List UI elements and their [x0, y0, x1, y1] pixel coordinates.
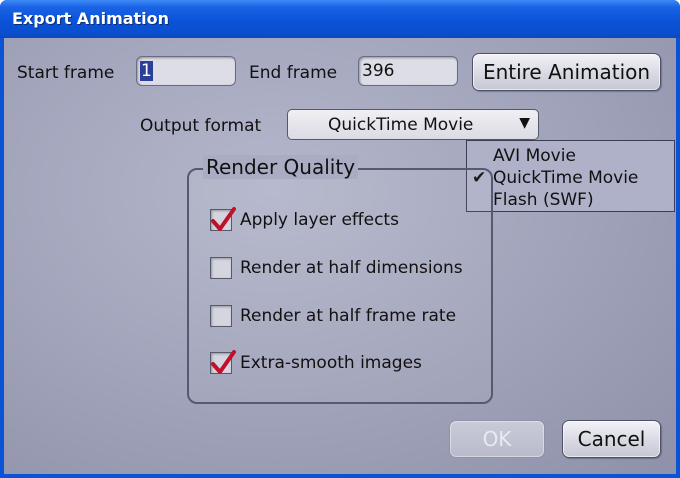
- ok-button[interactable]: OK: [449, 420, 545, 458]
- extra-smooth-images-checkbox[interactable]: [210, 350, 236, 374]
- entire-animation-button[interactable]: Entire Animation: [472, 53, 661, 91]
- end-frame-label: End frame: [249, 63, 338, 83]
- menu-item-avi-movie[interactable]: AVI Movie: [493, 146, 576, 166]
- output-format-label: Output format: [140, 116, 262, 136]
- render-half-dimensions-checkbox[interactable]: [210, 257, 232, 279]
- render-half-frame-rate-label: Render at half frame rate: [240, 306, 457, 326]
- render-quality-title: Render Quality: [203, 155, 359, 179]
- dropdown-arrow-icon: ▼: [519, 115, 530, 131]
- cancel-button[interactable]: Cancel: [562, 420, 661, 458]
- end-frame-input[interactable]: 396: [358, 56, 458, 86]
- checkmark-icon: [211, 207, 236, 231]
- menu-item-quicktime-movie[interactable]: QuickTime Movie: [493, 168, 638, 188]
- export-animation-dialog: Export Animation Start frame 1 End frame…: [0, 0, 680, 478]
- menu-item-flash-swf[interactable]: Flash (SWF): [493, 190, 594, 210]
- checkmark-icon: [211, 350, 236, 374]
- extra-smooth-images-label: Extra-smooth images: [240, 353, 422, 373]
- dialog-title: Export Animation: [12, 9, 170, 28]
- start-frame-value: 1: [140, 61, 153, 81]
- render-half-dimensions-label: Render at half dimensions: [240, 258, 463, 278]
- title-bar[interactable]: Export Animation: [0, 0, 680, 38]
- output-format-select[interactable]: QuickTime Movie ▼: [287, 109, 539, 140]
- output-format-menu: AVI Movie ✔ QuickTime Movie Flash (SWF): [466, 140, 675, 212]
- start-frame-label: Start frame: [17, 63, 115, 83]
- output-format-selected: QuickTime Movie: [328, 115, 474, 135]
- apply-layer-effects-checkbox[interactable]: [210, 207, 236, 231]
- apply-layer-effects-label: Apply layer effects: [240, 210, 399, 230]
- render-half-frame-rate-checkbox[interactable]: [210, 305, 232, 327]
- start-frame-input[interactable]: 1: [136, 56, 236, 86]
